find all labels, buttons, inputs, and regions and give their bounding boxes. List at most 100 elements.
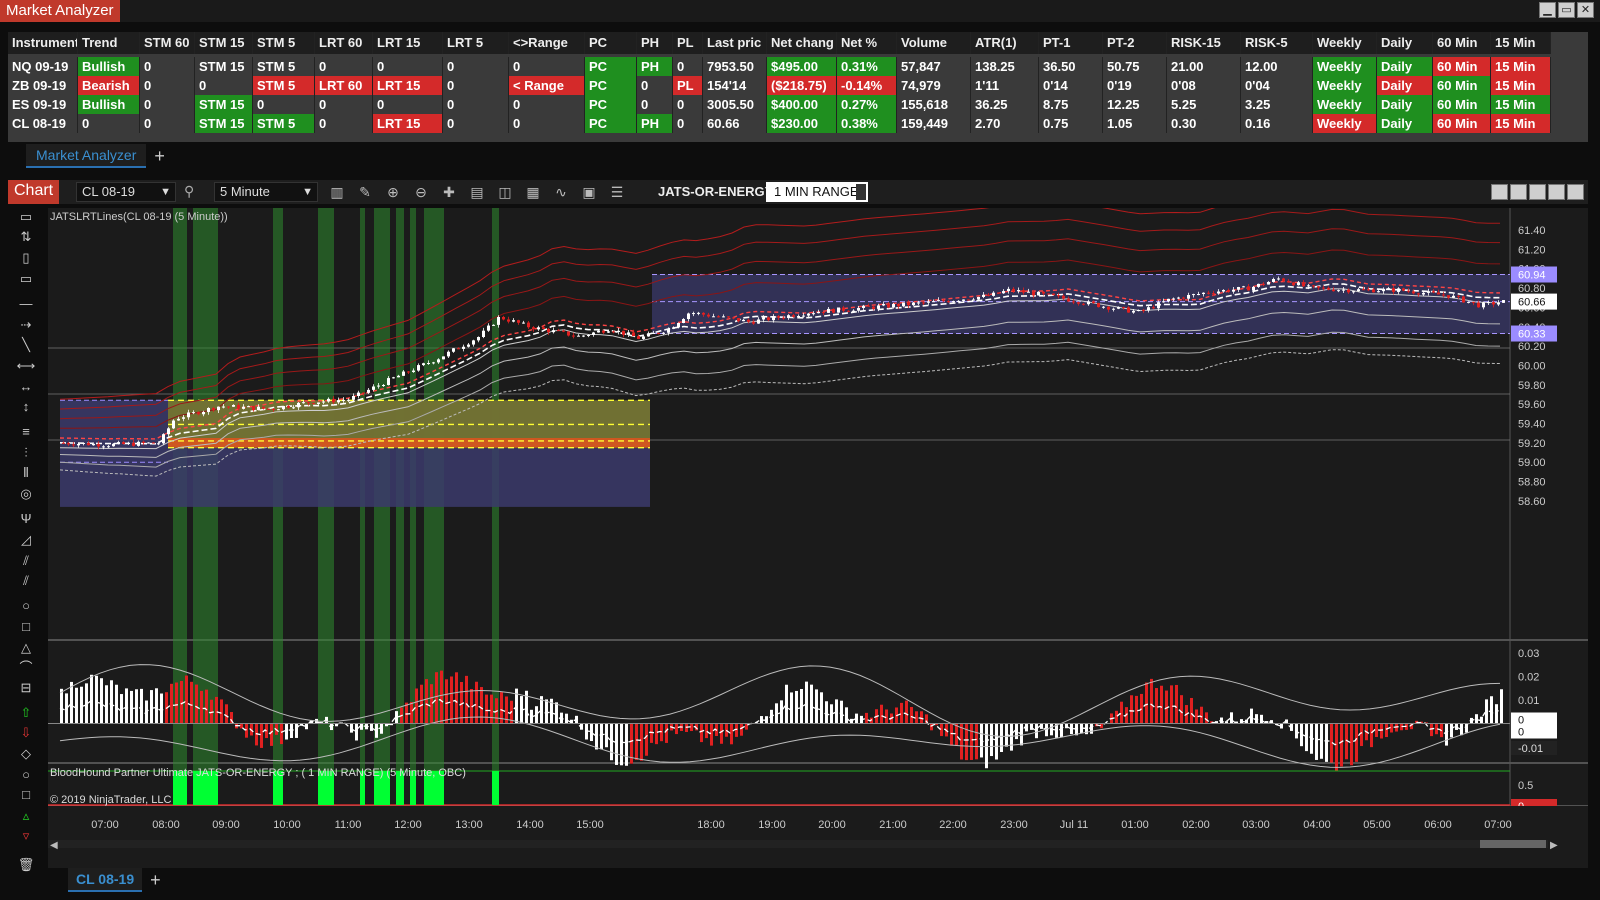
line-icon[interactable]: — [16, 295, 36, 313]
column-header[interactable]: <>Range [509, 32, 585, 54]
column-header[interactable]: Last pric [703, 32, 767, 54]
candle-body [1432, 291, 1435, 293]
column-header[interactable]: PC [585, 32, 637, 54]
grid-row[interactable]: CL 08-19 0 0 STM 15 STM 5 0 LRT 15 0 0 PC PH 0 60.66… [8, 114, 1588, 133]
column-header[interactable]: RISK-15 [1167, 32, 1241, 54]
column-header[interactable]: LRT 60 [315, 32, 373, 54]
search-icon[interactable]: ⚲ [184, 183, 194, 200]
grid-cell: CL 08-19 [8, 114, 78, 133]
list-icon[interactable]: ☰ [608, 183, 626, 201]
drawing-tool-icon[interactable]: ✎ [356, 183, 374, 201]
maximize-button[interactable] [1548, 184, 1565, 200]
column-header[interactable]: PT-1 [1039, 32, 1103, 54]
layout-icon[interactable] [1491, 184, 1508, 200]
vertical-line-icon[interactable]: ↕ [16, 398, 36, 416]
rectangle-icon[interactable]: □ [16, 618, 36, 636]
candle-body [492, 324, 495, 326]
arrow-down-icon[interactable]: ⇩ [16, 724, 36, 742]
add-tab-button[interactable]: + [146, 144, 173, 168]
column-header[interactable]: STM 15 [195, 32, 253, 54]
oscillator-bar [990, 723, 993, 757]
square-icon[interactable]: □ [16, 786, 36, 804]
column-header[interactable]: Instrument [8, 32, 78, 54]
trend-line-icon[interactable]: ╲ [16, 336, 36, 354]
crosshair-icon[interactable]: ✚ [440, 183, 458, 201]
minimize-button[interactable] [1529, 184, 1546, 200]
candle-body [372, 386, 375, 390]
bar-type-icon[interactable]: ▥ [328, 183, 346, 201]
grid-row[interactable]: ZB 09-19 Bearish 0 0 STM 5 LRT 60 LRT 15 0 < Ran… [8, 76, 1588, 95]
column-header[interactable]: Trend [78, 32, 140, 54]
oscillator-bar [355, 723, 358, 741]
close-button[interactable] [1567, 184, 1584, 200]
layout-icon[interactable] [1510, 184, 1527, 200]
triangle-icon[interactable]: △ [16, 639, 36, 657]
arrow-up-icon[interactable]: ⇧ [16, 704, 36, 722]
strategies-icon[interactable]: ∿ [552, 183, 570, 201]
diamond-icon[interactable]: ◇ [16, 745, 36, 763]
maximize-button[interactable]: ▭ [1558, 2, 1575, 18]
add-chart-tab-button[interactable]: + [142, 868, 169, 892]
trash-icon[interactable]: 🗑 [16, 856, 36, 874]
gann-fan-icon[interactable]: ◿ [16, 531, 36, 549]
fib-circle-icon[interactable]: ◎ [16, 485, 36, 503]
grid-row[interactable]: NQ 09-19 Bullish 0 STM 15 STM 5 0 0 0 0 PC PH 0 7953… [8, 57, 1588, 76]
column-header[interactable]: STM 5 [253, 32, 315, 54]
range-icon[interactable]: ▭ [16, 270, 36, 288]
price-chart[interactable]: 61.4061.2061.0060.8060.6060.4060.2060.00… [48, 208, 1588, 868]
column-header[interactable]: STM 60 [140, 32, 195, 54]
fib-time-icon[interactable]: ⦀ [16, 464, 36, 482]
column-header[interactable]: PT-2 [1103, 32, 1167, 54]
fib-retracement-icon[interactable]: ≡ [16, 423, 36, 441]
andrews-pitchfork-icon[interactable]: Ψ [16, 510, 36, 528]
grid-cell: 1.05 [1103, 114, 1167, 133]
data-box-icon[interactable]: ▣ [580, 183, 598, 201]
templates-icon[interactable]: ◫ [496, 183, 514, 201]
column-header[interactable]: 60 Min [1433, 32, 1491, 54]
column-header[interactable]: Weekly [1313, 32, 1377, 54]
instrument-select[interactable]: CL 08-19 ▼ [76, 182, 176, 202]
rectangle-select-icon[interactable]: ▯ [16, 249, 36, 267]
ray-icon[interactable]: ⇢ [16, 316, 36, 334]
column-header[interactable]: PH [637, 32, 673, 54]
candle-body [1352, 291, 1355, 293]
triangle-up-icon[interactable]: ▵ [16, 807, 36, 825]
properties-icon[interactable]: ▤ [468, 183, 486, 201]
column-header[interactable]: Net % [837, 32, 897, 54]
candle-body [1312, 285, 1315, 287]
zoom-in-icon[interactable]: ⊕ [384, 183, 402, 201]
dot-icon[interactable]: ○ [16, 766, 36, 784]
ruler-icon[interactable]: ▭ [16, 208, 36, 226]
zoom-out-icon[interactable]: ⊖ [412, 183, 430, 201]
column-header[interactable]: LRT 5 [443, 32, 509, 54]
indicator-option-select[interactable]: 1 MIN RANGE [766, 182, 868, 202]
grid-header-row[interactable]: Instrument Trend STM 60 STM 15 STM 5 LRT 60 LR… [8, 32, 1588, 54]
grid-row[interactable]: ES 09-19 Bullish 0 STM 15 0 0 0 0 0 PC 0 0 3005.50 $4… [8, 95, 1588, 114]
column-header[interactable]: PL [673, 32, 703, 54]
tab-market-analyzer[interactable]: Market Analyzer [26, 144, 147, 168]
column-header[interactable]: 15 Min [1491, 32, 1551, 54]
candle-body [77, 443, 80, 446]
trend-channel-icon[interactable]: ⫽ [16, 572, 36, 590]
column-header[interactable]: ATR(1) [971, 32, 1039, 54]
column-header[interactable]: Daily [1377, 32, 1433, 54]
arc-icon[interactable]: ⌒ [16, 659, 36, 677]
column-header[interactable]: LRT 15 [373, 32, 443, 54]
interval-select[interactable]: 5 Minute ▼ [214, 182, 318, 202]
regression-channel-icon[interactable]: ⫽ [16, 552, 36, 570]
arrows-icon[interactable]: ⇅ [16, 228, 36, 246]
ellipse-icon[interactable]: ○ [16, 597, 36, 615]
extended-line-icon[interactable]: ⟷ [16, 357, 36, 375]
candle-body [1132, 310, 1135, 313]
column-header[interactable]: Net chang [767, 32, 837, 54]
indicators-icon[interactable]: ▦ [524, 183, 542, 201]
close-button[interactable]: ✕ [1577, 2, 1594, 18]
column-header[interactable]: Volume [897, 32, 971, 54]
tab-cl-08-19[interactable]: CL 08-19 [68, 868, 143, 892]
column-header[interactable]: RISK-5 [1241, 32, 1313, 54]
fib-extension-icon[interactable]: ⫶ [16, 444, 36, 462]
horizontal-line-icon[interactable]: ↔ [16, 378, 36, 396]
minimize-button[interactable]: ▁ [1539, 2, 1556, 18]
region-icon[interactable]: ⊟ [16, 679, 36, 697]
triangle-down-icon[interactable]: ▿ [16, 827, 36, 845]
